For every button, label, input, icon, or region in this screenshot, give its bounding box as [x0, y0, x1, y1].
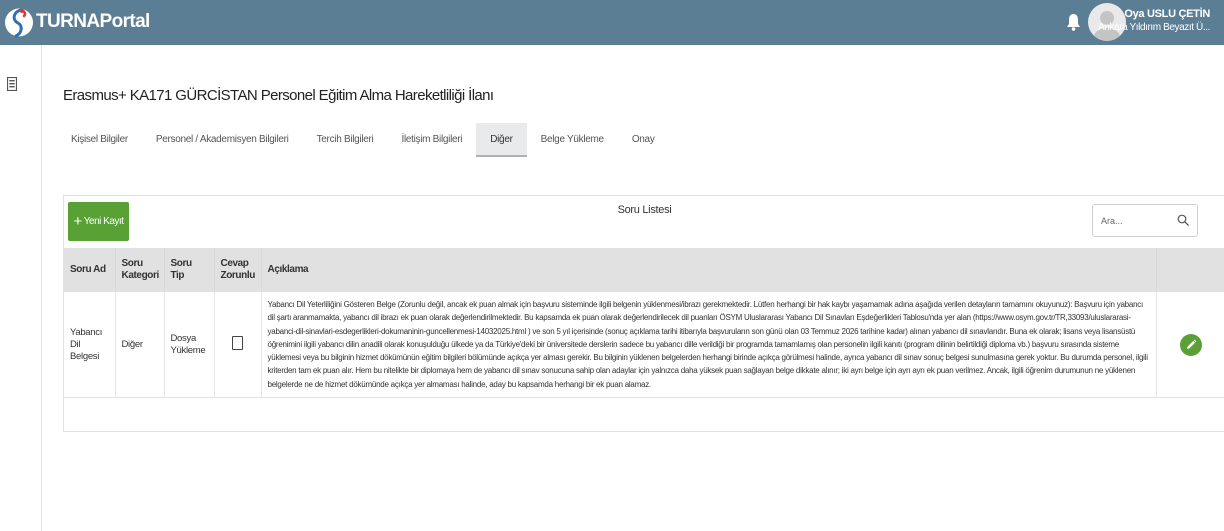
main-content: Erasmus+ KA171 GÜRCİSTAN Personel Eğitim…	[43, 45, 1224, 531]
column-header-aciklama[interactable]: Açıklama	[261, 248, 1157, 292]
tab-kisisel-bilgiler[interactable]: Kişisel Bilgiler	[57, 123, 142, 157]
table-row[interactable]: Yabancı Dil Belgesi Diğer Dosya Yükleme …	[64, 292, 1224, 399]
user-organization: Ankara Yıldırım Beyazıt Ü...	[1098, 22, 1210, 33]
cell-question-type: Dosya Yükleme	[164, 292, 215, 399]
app-brand[interactable]: TURNAPortal	[36, 11, 150, 33]
top-bar: TURNAPortal Oya USLU ÇETİN Ankara Yıldır…	[0, 0, 1224, 45]
add-record-label: Yeni Kayıt	[83, 216, 124, 227]
side-rail	[0, 45, 42, 531]
cell-actions	[1156, 292, 1224, 399]
tab-onay[interactable]: Onay	[618, 123, 669, 157]
column-header-soru-ad[interactable]: Soru Ad	[64, 248, 116, 292]
cell-question-name: Yabancı Dil Belgesi	[64, 292, 116, 399]
plus-icon: +	[73, 213, 83, 230]
edit-button[interactable]	[1179, 333, 1202, 356]
page-title: Erasmus+ KA171 GÜRCİSTAN Personel Eğitim…	[63, 87, 494, 104]
table-header-row: Soru Ad Soru Kategori Soru Tip Cevap Zor…	[64, 248, 1224, 292]
column-header-soru-tip[interactable]: Soru Tip	[164, 248, 215, 292]
bell-icon[interactable]	[1066, 13, 1081, 31]
search-icon[interactable]	[1177, 214, 1189, 226]
document-menu-icon[interactable]	[7, 77, 17, 91]
column-header-cevap-zorunlu[interactable]: Cevap Zorunlu	[214, 248, 262, 292]
search-box[interactable]	[1092, 204, 1198, 237]
tab-tercih-bilgileri[interactable]: Tercih Bilgileri	[303, 123, 388, 157]
question-list-card: Soru Listesi + Yeni Kayıt S	[63, 195, 1224, 432]
cell-question-category: Diğer	[115, 292, 165, 399]
column-header-actions	[1156, 248, 1224, 292]
required-checkbox[interactable]	[232, 335, 243, 350]
pencil-icon	[1186, 339, 1196, 349]
cell-required	[214, 292, 262, 399]
question-table: Soru Ad Soru Kategori Soru Tip Cevap Zor…	[64, 248, 1224, 399]
tab-personel-akademisyen-bilgileri[interactable]: Personel / Akademisyen Bilgileri	[142, 123, 303, 157]
tab-diger[interactable]: Diğer	[476, 123, 527, 157]
cell-description: Yabancı Dil Yeterliliğini Gösteren Belge…	[261, 292, 1157, 399]
user-name[interactable]: Oya USLU ÇETİN	[1124, 8, 1210, 20]
card-title: Soru Listesi	[617, 204, 672, 216]
add-record-button[interactable]: + Yeni Kayıt	[68, 202, 129, 241]
tab-iletisim-bilgileri[interactable]: İletişim Bilgileri	[387, 123, 476, 157]
tab-belge-yukleme[interactable]: Belge Yükleme	[527, 123, 618, 157]
column-header-soru-kategori[interactable]: Soru Kategori	[115, 248, 165, 292]
tab-bar: Kişisel Bilgiler Personel / Akademisyen …	[57, 123, 669, 157]
search-input[interactable]	[1093, 205, 1173, 236]
turna-logo-icon[interactable]	[4, 4, 34, 41]
